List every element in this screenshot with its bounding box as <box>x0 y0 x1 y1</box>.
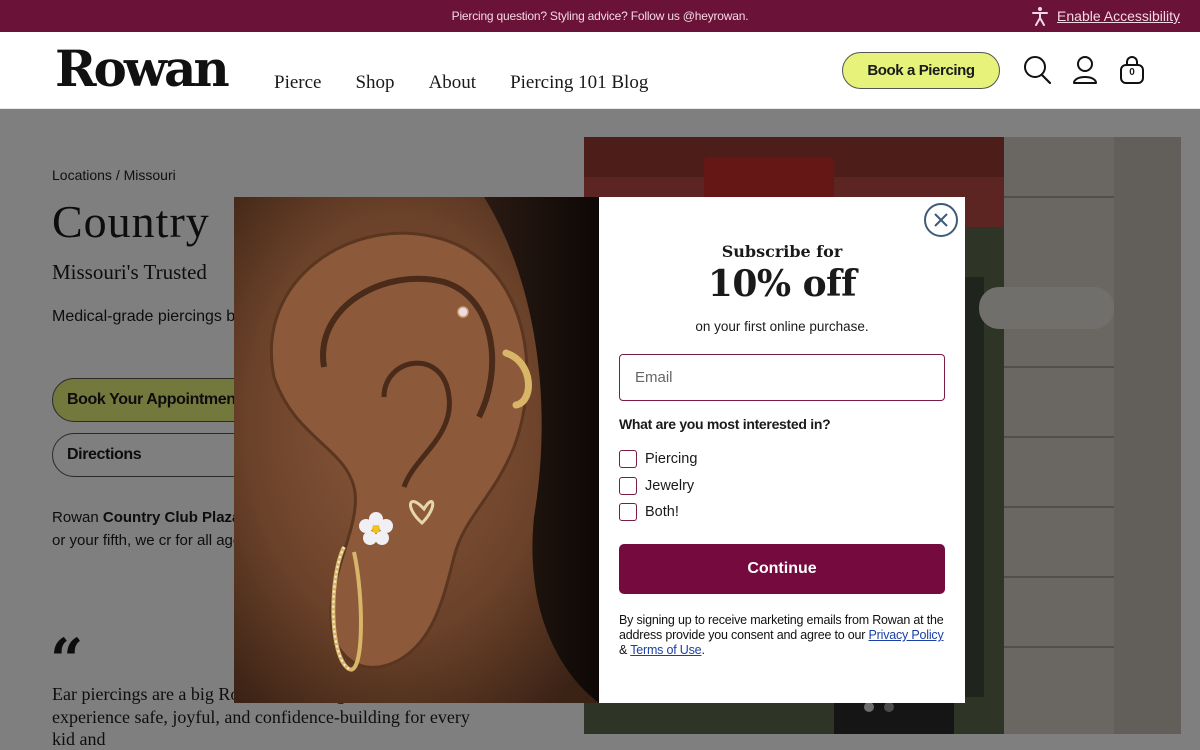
announcement-message: Piercing question? Styling advice? Follo… <box>451 9 749 23</box>
option-piercing[interactable]: Piercing <box>619 446 697 473</box>
search-icon[interactable] <box>1021 52 1053 88</box>
privacy-policy-link[interactable]: Privacy Policy <box>869 628 944 642</box>
nav-item-blog[interactable]: Piercing 101 Blog <box>510 72 648 94</box>
ear-jewelry-photo <box>234 197 599 703</box>
account-icon[interactable] <box>1069 52 1101 88</box>
interest-question: What are you most interested in? <box>619 416 831 432</box>
nav-item-about[interactable]: About <box>429 72 477 94</box>
checkbox-piercing[interactable] <box>619 450 637 469</box>
first-purchase-text: on your first online purchase. <box>695 319 869 334</box>
nav-item-pierce[interactable]: Pierce <box>274 72 321 94</box>
option-both[interactable]: Both! <box>619 499 697 526</box>
email-field[interactable] <box>619 354 945 401</box>
close-button[interactable] <box>924 203 958 237</box>
option-label: Jewelry <box>645 477 695 494</box>
discount-heading: 10% off <box>707 263 857 305</box>
enable-accessibility-link[interactable]: Enable Accessibility <box>1031 6 1180 26</box>
subscribe-heading: Subscribe for <box>721 242 843 261</box>
rowan-logo[interactable]: Rowan <box>55 44 230 94</box>
book-piercing-button[interactable]: Book a Piercing <box>842 52 1000 89</box>
main-nav: Pierce Shop About Piercing 101 Blog <box>274 72 648 94</box>
option-label: Piercing <box>645 451 698 468</box>
accessibility-icon <box>1032 7 1049 26</box>
cart-icon[interactable]: 0 <box>1116 52 1148 88</box>
option-label: Both! <box>645 504 679 521</box>
subscribe-form: Subscribe for 10% off on your first onli… <box>599 197 965 703</box>
announcement-bar: Piercing question? Styling advice? Follo… <box>0 0 1200 32</box>
option-jewelry[interactable]: Jewelry <box>619 473 697 500</box>
nav-item-shop[interactable]: Shop <box>355 72 394 94</box>
close-icon <box>934 213 948 227</box>
subscribe-popup: Subscribe for 10% off on your first onli… <box>234 197 965 703</box>
legal-period: . <box>701 643 705 657</box>
checkbox-both[interactable] <box>619 503 637 522</box>
accessibility-label: Enable Accessibility <box>1057 8 1180 24</box>
legal-text: By signing up to receive marketing email… <box>619 613 949 658</box>
cart-count: 0 <box>1129 67 1135 78</box>
terms-of-use-link[interactable]: Terms of Use <box>630 643 701 657</box>
continue-button[interactable]: Continue <box>619 544 945 594</box>
legal-ampersand: & <box>619 643 628 657</box>
site-header: Rowan Pierce Shop About Piercing 101 Blo… <box>0 32 1200 109</box>
interest-options: Piercing Jewelry Both! <box>619 446 697 526</box>
checkbox-jewelry[interactable] <box>619 476 637 495</box>
